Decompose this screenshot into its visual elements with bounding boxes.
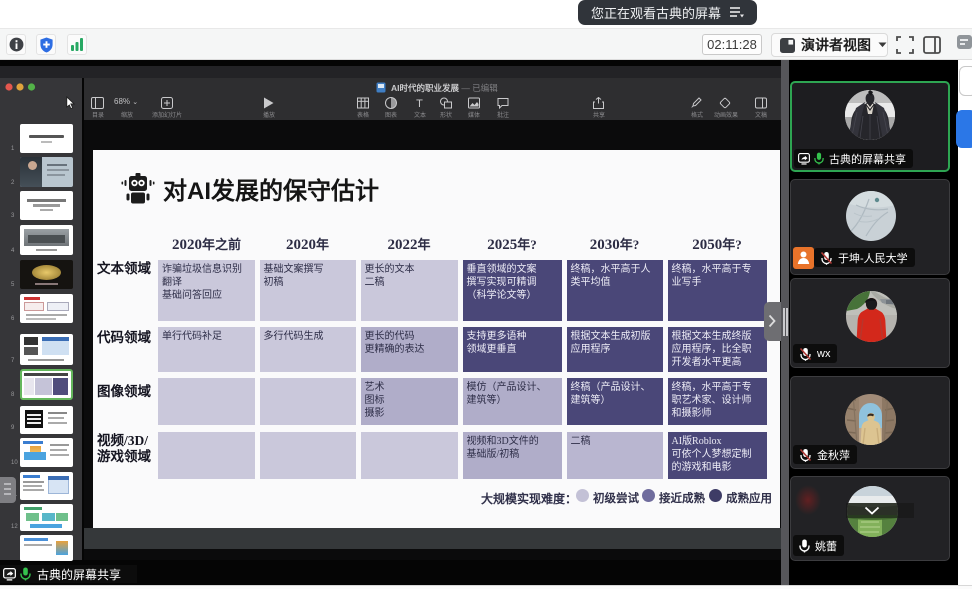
- svg-text:T: T: [416, 98, 423, 109]
